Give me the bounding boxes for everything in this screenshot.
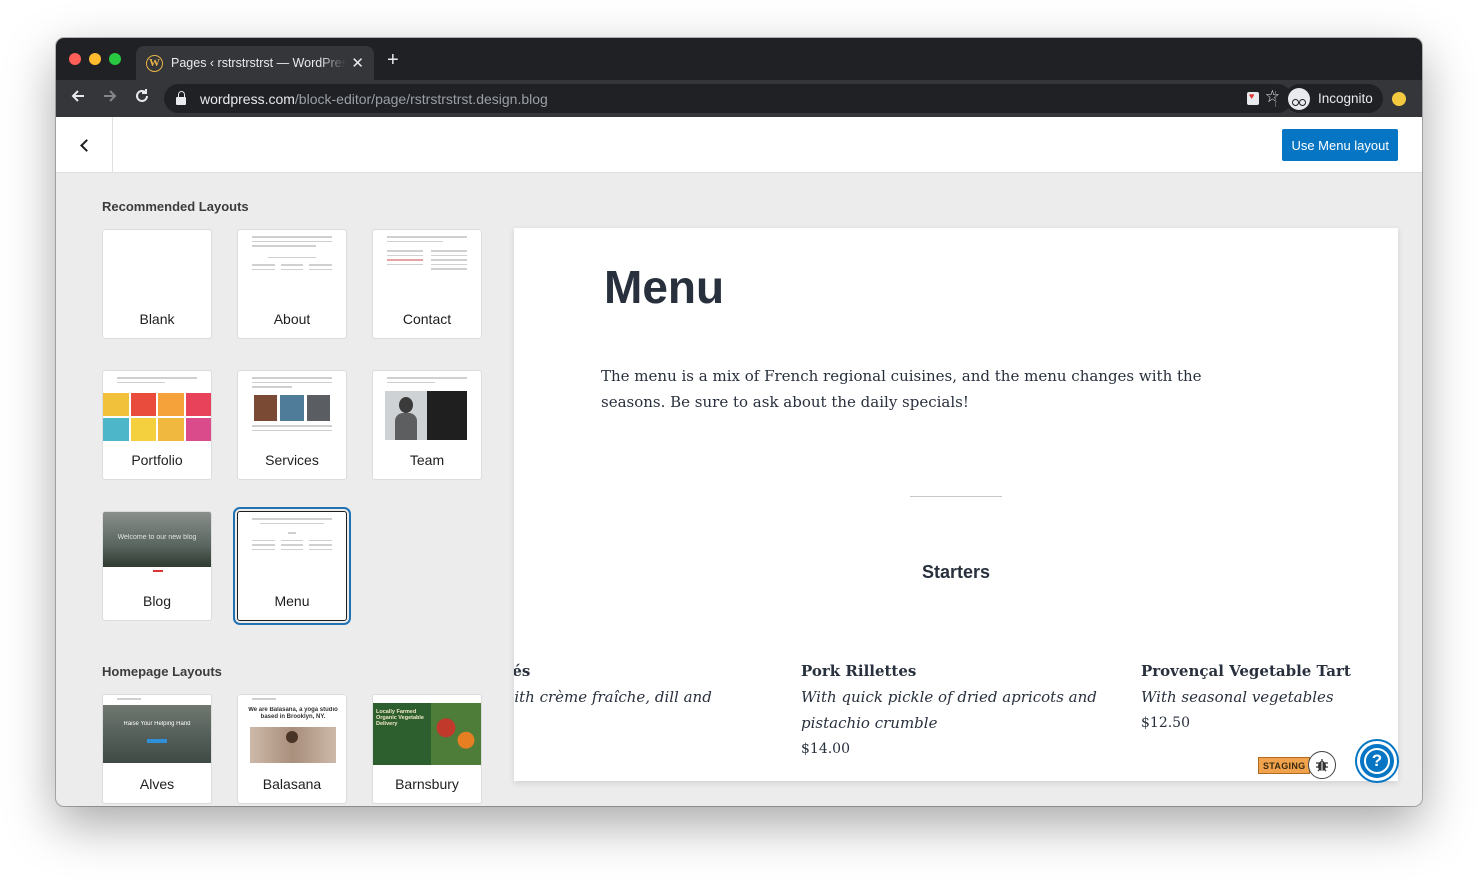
menu-item-description: Smoked salmon topped with crème fraîche,…	[514, 688, 712, 706]
maximize-window-button[interactable]	[109, 53, 121, 65]
layout-card-about[interactable]: About	[237, 229, 347, 339]
help-icon: ?	[1364, 748, 1390, 774]
menu-item: Provençal Vegetable Tart With seasonal v…	[1141, 658, 1391, 736]
profile-icon[interactable]	[1392, 92, 1406, 106]
layout-card-blog[interactable]: Welcome to our new blog Blog	[102, 511, 212, 621]
layout-thumbnail: We are Balasana, a yoga studio based in …	[238, 695, 346, 767]
browser-window: W Pages ‹ rstrstrstrst — WordPress.com ✕…	[56, 38, 1422, 806]
toolbar-divider	[1275, 91, 1276, 107]
layout-thumbnail	[373, 230, 481, 302]
layout-thumbnail	[238, 512, 346, 584]
incognito-icon	[1288, 87, 1310, 110]
bug-report-icon[interactable]	[1308, 751, 1336, 779]
editor-header: Use Menu layout	[56, 117, 1422, 173]
reload-icon[interactable]	[134, 88, 150, 108]
layout-thumbnail	[103, 371, 211, 443]
wordpress-icon: W	[146, 54, 163, 72]
layout-card-alves[interactable]: Raise Your Helping Hand Alves	[102, 694, 212, 804]
layout-card-balasana[interactable]: We are Balasana, a yoga studio based in …	[237, 694, 347, 804]
tab-title: Pages ‹ rstrstrstrst — WordPress.com	[171, 56, 346, 70]
url-text: wordpress.com/block-editor/page/rstrstrs…	[200, 90, 548, 107]
layout-thumbnail	[238, 371, 346, 443]
back-arrow-icon[interactable]	[70, 88, 86, 108]
incognito-profile-button[interactable]: Incognito	[1285, 84, 1383, 113]
preview-page-title: Menu	[604, 261, 725, 313]
forward-arrow-icon[interactable]	[102, 88, 118, 108]
menu-item-description: With seasonal vegetables	[1141, 688, 1334, 706]
menu-item-name: Provençal Vegetable Tart	[1141, 662, 1351, 680]
layout-thumbnail: Locally Farmed Organic Vegetable Deliver…	[373, 695, 481, 767]
browser-tab[interactable]: W Pages ‹ rstrstrstrst — WordPress.com ✕	[136, 46, 374, 80]
layout-thumbnail: Welcome to our new blog	[103, 512, 211, 567]
incognito-label: Incognito	[1318, 91, 1373, 106]
layout-card-label: Services	[265, 452, 319, 468]
layout-preview: Menu The menu is a mix of French regiona…	[514, 228, 1398, 781]
recommended-layouts-title: Recommended Layouts	[102, 199, 249, 214]
bookmark-star-icon[interactable]: ☆	[1265, 87, 1280, 107]
tab-strip: W Pages ‹ rstrstrstrst — WordPress.com ✕…	[56, 38, 1422, 80]
menu-item-name: Smoked Salmon Canapés	[514, 662, 531, 680]
browser-toolbar: wordpress.com/block-editor/page/rstrstrs…	[56, 80, 1422, 117]
chevron-left-icon	[79, 138, 93, 152]
layout-card-barnsbury[interactable]: Locally Farmed Organic Vegetable Deliver…	[372, 694, 482, 804]
preview-section-heading: Starters	[921, 562, 991, 582]
lock-icon	[176, 90, 186, 105]
layout-card-label: Menu	[274, 593, 310, 609]
layout-card-label: Barnsbury	[395, 776, 459, 792]
layout-card-label: Team	[409, 452, 445, 468]
preview-separator	[910, 496, 1002, 497]
layout-card-label: Blank	[139, 311, 175, 327]
layout-card-label: Balasana	[262, 776, 322, 792]
menu-item-price: $12.50	[1141, 715, 1190, 731]
minimize-window-button[interactable]	[89, 53, 101, 65]
layout-card-label: Portfolio	[131, 452, 183, 468]
layout-card-blank[interactable]: Blank	[102, 229, 212, 339]
menu-item: Pork Rillettes With quick pickle of drie…	[801, 658, 1101, 762]
help-button[interactable]: ?	[1357, 741, 1397, 781]
layout-card-services[interactable]: Services	[237, 370, 347, 480]
tab-close-icon[interactable]: ✕	[351, 54, 364, 72]
layout-card-label: Contact	[402, 311, 452, 327]
layout-card-contact[interactable]: Contact	[372, 229, 482, 339]
layout-card-menu[interactable]: Menu	[233, 507, 351, 625]
layout-card-team[interactable]: Team	[372, 370, 482, 480]
menu-item: Smoked Salmon Canapés Smoked salmon topp…	[514, 658, 759, 736]
preview-intro-text: The menu is a mix of French regional cui…	[601, 367, 1202, 411]
homepage-layouts-title: Homepage Layouts	[102, 664, 222, 679]
layout-card-label: Alves	[139, 776, 175, 792]
staging-badge: STAGING	[1258, 757, 1311, 774]
back-button[interactable]	[56, 117, 113, 173]
address-bar[interactable]: wordpress.com/block-editor/page/rstrstrs…	[164, 84, 1292, 113]
layout-thumbnail: Raise Your Helping Hand	[103, 695, 211, 767]
menu-item-name: Pork Rillettes	[801, 662, 917, 680]
use-layout-button[interactable]: Use Menu layout	[1282, 129, 1398, 161]
menu-item-description: With quick pickle of dried apricots and …	[801, 688, 1097, 732]
extension-icon[interactable]	[1247, 91, 1259, 105]
close-window-button[interactable]	[69, 53, 81, 65]
menu-item-price: $14.00	[801, 741, 850, 757]
layout-card-label: Blog	[142, 593, 172, 609]
new-tab-button[interactable]: +	[387, 50, 399, 70]
layout-thumbnail	[373, 371, 481, 443]
layout-card-label: About	[273, 311, 311, 327]
layout-thumbnail	[238, 230, 346, 302]
layout-card-portfolio[interactable]: Portfolio	[102, 370, 212, 480]
